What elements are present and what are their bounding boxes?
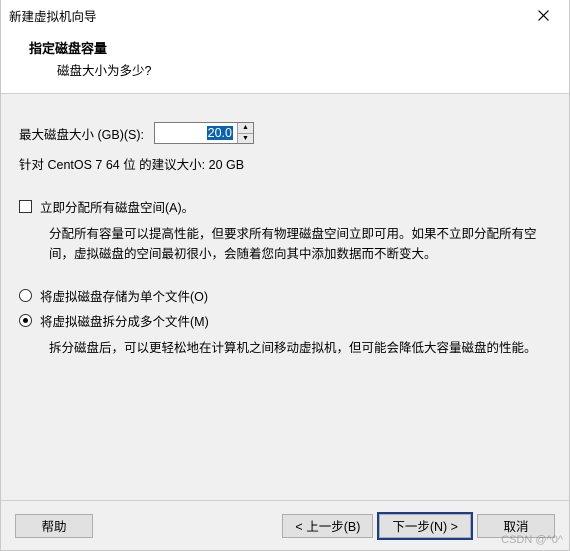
radio-split-files-desc: 拆分磁盘后，可以更轻松地在计算机之间移动虚拟机，但可能会降低大容量磁盘的性能。: [19, 336, 551, 366]
page-subheading: 磁盘大小为多少?: [29, 60, 549, 79]
page-heading: 指定磁盘容量: [29, 38, 549, 57]
max-disk-size-input[interactable]: . 20.0: [155, 123, 237, 143]
allocate-now-desc: 分配所有容量可以提高性能，但要求所有物理磁盘空间立即可用。如果不立即分配所有空间…: [19, 222, 551, 272]
recommended-size-text: 针对 CentOS 7 64 位 的建议大小: 20 GB: [19, 154, 551, 173]
max-disk-size-spinner[interactable]: . 20.0 ▲ ▼: [154, 122, 254, 144]
radio-split-files[interactable]: 将虚拟磁盘拆分成多个文件(M): [19, 311, 551, 330]
cancel-button[interactable]: 取消: [477, 514, 555, 538]
close-button[interactable]: [523, 1, 563, 29]
wizard-footer: 帮助 < 上一步(B) 下一步(N) > 取消: [1, 500, 569, 550]
checkbox-icon: [19, 200, 32, 213]
dialog-new-vm-wizard: 新建虚拟机向导 指定磁盘容量 磁盘大小为多少? 最大磁盘大小 (GB)(S): …: [0, 0, 570, 551]
next-button[interactable]: 下一步(N) >: [379, 514, 471, 538]
spinner-arrows: ▲ ▼: [237, 123, 253, 143]
allocate-now-label: 立即分配所有磁盘空间(A)。: [40, 197, 194, 216]
spinner-up-button[interactable]: ▲: [238, 123, 253, 134]
max-disk-size-value: 20.0: [207, 126, 233, 140]
radio-single-file-label: 将虚拟磁盘存储为单个文件(O): [40, 286, 208, 305]
back-button[interactable]: < 上一步(B): [282, 514, 373, 538]
wizard-header: 指定磁盘容量 磁盘大小为多少?: [1, 30, 569, 94]
radio-single-file[interactable]: 将虚拟磁盘存储为单个文件(O): [19, 286, 551, 305]
radio-split-files-label: 将虚拟磁盘拆分成多个文件(M): [40, 311, 209, 330]
window-title: 新建虚拟机向导: [9, 6, 97, 25]
max-disk-size-label: 最大磁盘大小 (GB)(S):: [19, 124, 144, 143]
max-disk-size-row: 最大磁盘大小 (GB)(S): . 20.0 ▲ ▼: [19, 122, 551, 144]
allocate-now-checkbox-row[interactable]: 立即分配所有磁盘空间(A)。: [19, 197, 551, 216]
help-button[interactable]: 帮助: [15, 514, 93, 538]
radio-icon: [19, 289, 32, 302]
spinner-down-button[interactable]: ▼: [238, 134, 253, 144]
radio-icon: [19, 314, 32, 327]
titlebar: 新建虚拟机向导: [1, 0, 569, 30]
disk-file-radio-group: 将虚拟磁盘存储为单个文件(O) 将虚拟磁盘拆分成多个文件(M) 拆分磁盘后，可以…: [19, 286, 551, 366]
wizard-content: 最大磁盘大小 (GB)(S): . 20.0 ▲ ▼ 针对 CentOS 7 6…: [1, 94, 569, 509]
close-icon: [538, 10, 549, 21]
